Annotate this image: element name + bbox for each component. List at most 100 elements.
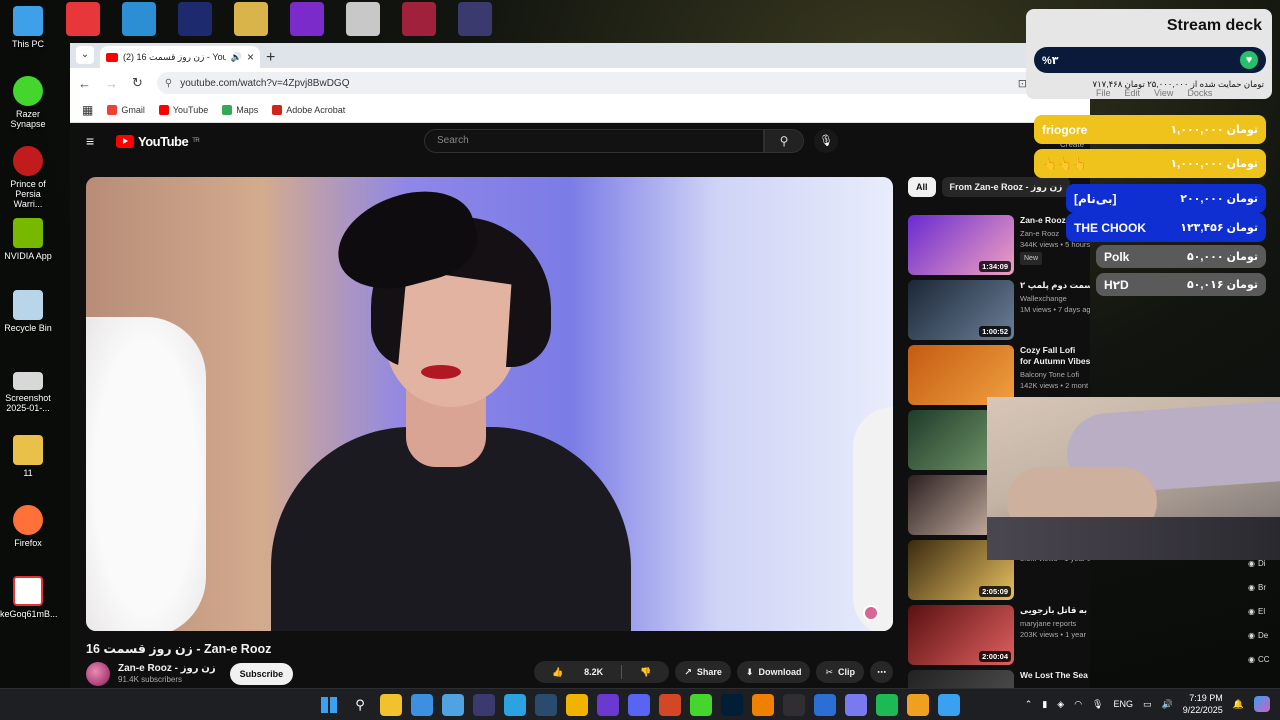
clip-button[interactable]: ✂ Clip [816,661,864,683]
channel-name[interactable]: Zan-e Rooz - زن روز [118,663,216,674]
file-explorer-icon[interactable] [380,694,402,716]
forward-icon[interactable]: → [105,76,118,91]
site-info-icon[interactable]: ⚲ [165,78,172,89]
desktop-icon-firefox[interactable]: Firefox [0,505,56,548]
reload-icon[interactable]: ↻ [132,75,143,91]
search-icon[interactable]: ⚲ [349,694,371,716]
language-indicator[interactable]: ENG [1113,699,1133,709]
tab-youtube[interactable]: (2) زن روز قسمت 16 - YouTube 🔊 × [100,46,260,68]
windows-icon[interactable] [318,694,340,716]
chevron-up-icon[interactable]: ⌃ [1025,699,1033,710]
chrome-icon[interactable] [566,694,588,716]
more-actions-button[interactable]: ⋯ [870,661,893,683]
eye-icon[interactable]: ◉ [1248,607,1255,616]
razer-icon[interactable] [690,694,712,716]
desktop-icon-recycle-bin[interactable]: Recycle Bin [0,290,56,333]
recommendation-item[interactable]: 2:00:04 راز و نگاهی دقیق به قاتل بازجویی m… [908,605,1090,665]
close-tab-icon[interactable]: × [247,50,254,64]
subscribe-button[interactable]: Subscribe [229,663,294,685]
notification-bell-icon[interactable]: 🔔 [1233,699,1244,710]
desktop-icon-folder-11[interactable]: 11 [0,435,56,478]
app-icon[interactable] [938,694,960,716]
copilot-icon[interactable] [1254,696,1270,712]
telegram-icon[interactable] [504,694,526,716]
wifi-icon[interactable]: ◠ [1074,699,1082,710]
obs-source-item[interactable]: ◉ El [1248,604,1280,618]
obs-menu-file[interactable]: File [1096,88,1111,98]
obs-menu-docks[interactable]: Docks [1187,88,1212,98]
bookmark-gmail[interactable]: Gmail [107,105,145,115]
video-thumbnail[interactable]: 1:00:52 [908,280,1014,340]
volume-icon[interactable]: 🔊 [1162,699,1173,710]
bookmark-maps[interactable]: Maps [222,105,258,115]
recommendation-item[interactable]: We Lost The Sea - [908,670,1090,688]
desktop-icon-screenshot[interactable]: Screenshot 2025-01-... [0,372,56,413]
chip-all[interactable]: All [908,177,936,197]
recommendation-item[interactable]: 1:34:09 Zan-e Rooz Zan-e Rooz 344K views • … [908,215,1090,275]
hyperx-icon[interactable] [473,694,495,716]
obs-menu-view[interactable]: View [1154,88,1173,98]
recommendation-title-line2[interactable]: for Autumn Vibes [1020,356,1090,367]
eye-icon[interactable]: ◉ [1248,631,1255,640]
search-button[interactable]: ⚲ [764,129,804,153]
obs-source-item[interactable]: ◉ De [1248,628,1280,642]
menu-icon[interactable]: ≡ [86,133,100,149]
back-icon[interactable]: ← [78,76,91,91]
network-icon[interactable]: ▭ [1143,699,1152,710]
dislike-button[interactable]: 👎 [622,667,669,678]
game-icon[interactable] [402,2,436,36]
desktop-icon-nvidia[interactable]: NVIDIA App [0,218,56,261]
obs-menu-edit[interactable]: Edit [1125,88,1141,98]
video-file-icon[interactable] [346,2,380,36]
bookmark-adobe-acrobat[interactable]: Adobe Acrobat [272,105,345,115]
channel-avatar[interactable] [86,662,110,686]
hyperx-icon[interactable] [178,2,212,36]
share-button[interactable]: ↗ Share [675,661,731,683]
desktop-icon-razer[interactable]: Razer Synapse [0,76,56,129]
folder-icon[interactable] [234,2,268,36]
obs-source-item[interactable]: ◉ Di [1248,556,1280,570]
youtube-logo[interactable]: YouTube TR [116,134,200,149]
video-player[interactable] [86,177,893,631]
powerpoint-icon[interactable] [659,694,681,716]
recommendation-title[interactable]: We Lost The Sea - [1020,670,1090,681]
discord-icon[interactable] [628,694,650,716]
video-thumbnail[interactable] [908,670,1014,688]
usb-icon[interactable]: ▮ [1042,699,1047,710]
eye-icon[interactable]: ◉ [1248,559,1255,568]
obs-icon[interactable] [783,694,805,716]
app-icon[interactable] [814,694,836,716]
tab-search-icon[interactable]: ⌄ [76,46,94,64]
spotify-icon[interactable] [876,694,898,716]
shield-icon[interactable]: ◈ [1057,699,1064,710]
eye-icon[interactable]: ◉ [1248,655,1255,664]
recommendation-title[interactable]: راز و نگاهی دقیق به قاتل بازجویی [1020,605,1090,616]
vlc-icon[interactable] [752,694,774,716]
video-thumbnail[interactable]: 1:34:09 [908,215,1014,275]
bookmark-youtube[interactable]: YouTube [158,105,208,115]
eye-icon[interactable]: ◉ [1248,583,1255,592]
game-icon[interactable] [458,2,492,36]
app-icon[interactable] [907,694,929,716]
app-icon[interactable] [442,694,464,716]
desktop-icon-this-pc[interactable]: This PC [0,6,56,49]
anydesk-icon[interactable] [66,2,100,36]
download-button[interactable]: ⬇ Download [736,661,811,683]
app-icon[interactable] [597,694,619,716]
video-thumbnail[interactable] [908,345,1014,405]
photoshop-icon[interactable] [721,694,743,716]
chip-from-channel[interactable]: From Zan-e Rooz - زن روز [941,177,1071,197]
clock[interactable]: 7:19 PM 9/22/2025 [1183,692,1223,716]
apps-grid-icon[interactable]: ▦ [82,103,93,117]
app-icon[interactable] [290,2,324,36]
microphone-icon[interactable]: 🎙 [1092,699,1103,710]
address-bar[interactable]: ⚲ youtube.com/watch?v=4Zpvj8BwDGQ ⊡ ⊖ ☆ [156,72,1082,94]
recommendation-title[interactable]: پلمپ در قسمت دوم پلمپ ۲ [1020,280,1090,291]
app-icon[interactable] [122,2,156,36]
video-thumbnail[interactable]: 2:00:04 [908,605,1014,665]
obs-source-item[interactable]: ◉ Br [1248,580,1280,594]
controller-icon[interactable] [845,694,867,716]
obs-source-item[interactable]: ◉ CC [1248,652,1280,666]
desktop-icon-pdf[interactable]: keGoq61mB... [0,576,58,619]
recommendation-item[interactable]: 1:00:52 پلمپ در قسمت دوم پلمپ ۲ Wallexchan… [908,280,1090,340]
